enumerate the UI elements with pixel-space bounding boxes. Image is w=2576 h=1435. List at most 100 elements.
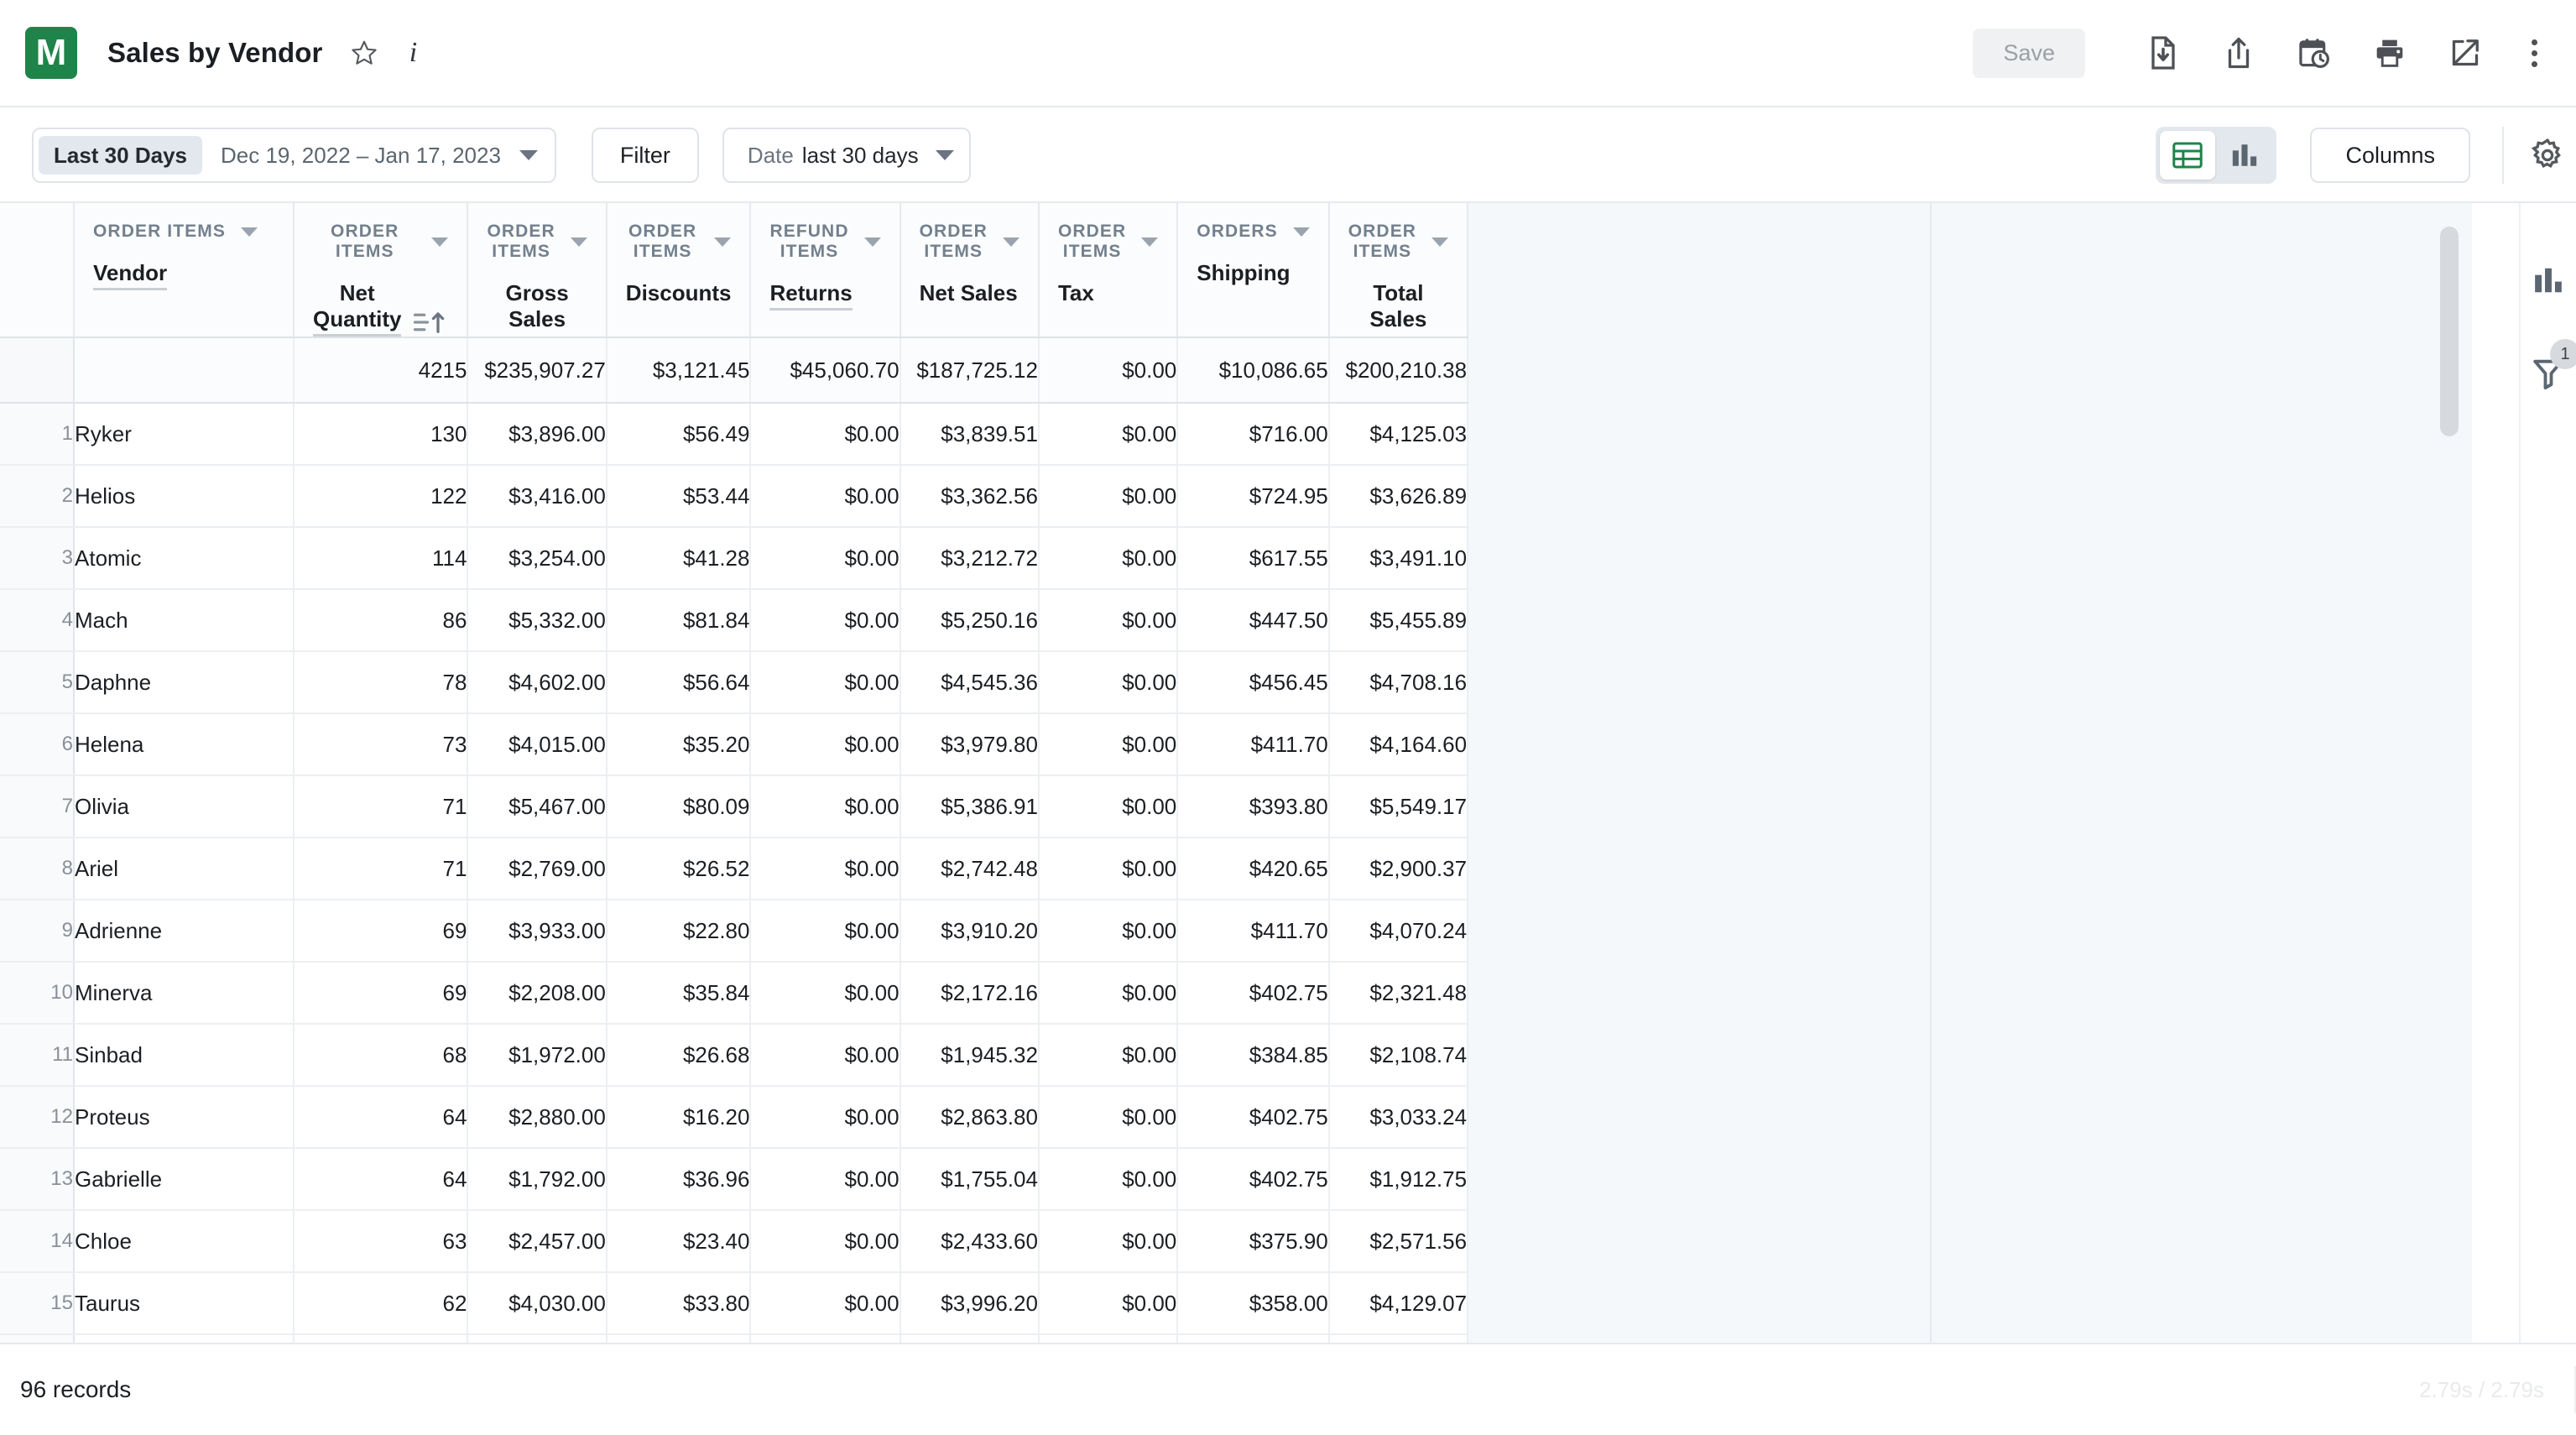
cell-shipping[interactable]: $716.00: [1177, 403, 1330, 466]
cell-vendor[interactable]: Ryker: [74, 403, 295, 466]
cell-shipping[interactable]: $375.90: [1177, 1334, 1330, 1343]
chevron-down-icon[interactable]: [570, 237, 587, 247]
cell-net-quantity[interactable]: 69: [294, 962, 469, 1025]
cell-discounts[interactable]: $26.68: [606, 1024, 752, 1087]
cell-total-sales[interactable]: $2,321.48: [1328, 962, 1469, 1025]
cell-returns[interactable]: $0.00: [750, 1148, 901, 1211]
cell-net-sales[interactable]: $2,863.80: [900, 1086, 1040, 1149]
cell-net-sales[interactable]: $1,945.32: [900, 1024, 1040, 1087]
cell-net-quantity[interactable]: 63: [294, 1210, 469, 1273]
cell-gross-sales[interactable]: $1,792.00: [467, 1148, 607, 1211]
bar-chart-view-icon[interactable]: [2217, 131, 2272, 180]
cell-tax[interactable]: $0.00: [1038, 1272, 1179, 1335]
chevron-down-icon[interactable]: [240, 227, 258, 237]
cell-returns[interactable]: $0.00: [750, 1334, 901, 1343]
app-logo[interactable]: M: [25, 27, 77, 79]
print-icon[interactable]: [2371, 34, 2408, 71]
cell-shipping[interactable]: $617.55: [1177, 527, 1330, 590]
cell-total-sales[interactable]: $4,129.07: [1328, 1272, 1469, 1335]
cell-returns[interactable]: $0.00: [750, 962, 901, 1025]
cell-net-sales[interactable]: $2,433.60: [900, 1210, 1040, 1273]
view-mode-toggle[interactable]: [2156, 127, 2277, 184]
data-grid-container[interactable]: ORDER ITEMS Vendor ORDER ITEMS Net Quantity…: [0, 203, 2472, 1343]
cell-total-sales[interactable]: $2,108.74: [1328, 1024, 1469, 1087]
cell-tax[interactable]: $0.00: [1038, 1334, 1179, 1343]
cell-discounts[interactable]: $56.64: [606, 651, 752, 714]
cell-tax[interactable]: $0.00: [1038, 1148, 1179, 1211]
cell-net-sales[interactable]: $2,172.16: [900, 962, 1040, 1025]
cell-net-sales[interactable]: $5,250.16: [900, 589, 1040, 652]
cell-net-sales[interactable]: $3,362.56: [900, 465, 1040, 528]
cell-shipping[interactable]: $411.70: [1177, 900, 1330, 963]
columns-button[interactable]: Columns: [2310, 128, 2470, 183]
cell-vendor[interactable]: Ariel: [74, 838, 295, 900]
cell-gross-sales[interactable]: $3,254.00: [467, 527, 607, 590]
cell-total-sales[interactable]: $3,033.24: [1328, 1086, 1469, 1149]
table-row[interactable]: 6 Helena 73 $4,015.00 $35.20 $0.00 $3,979.80 $0…: [0, 713, 1469, 776]
save-button[interactable]: Save: [1973, 28, 2085, 78]
cell-tax[interactable]: $0.00: [1038, 775, 1179, 838]
cell-total-sales[interactable]: $4,708.16: [1328, 651, 1469, 714]
cell-net-quantity[interactable]: 78: [294, 651, 469, 714]
table-row[interactable]: 2 Helios 122 $3,416.00 $53.44 $0.00 $3,362.56 $…: [0, 465, 1469, 528]
cell-net-quantity[interactable]: 86: [294, 589, 469, 652]
cell-total-sales[interactable]: $4,070.24: [1328, 900, 1469, 963]
table-row[interactable]: 11 Sinbad 68 $1,972.00 $26.68 $0.00 $1,945.32 $…: [0, 1024, 1469, 1087]
chevron-down-icon[interactable]: [1292, 227, 1310, 237]
column-header-returns[interactable]: REFUND ITEMS Returns: [750, 203, 901, 338]
cell-vendor[interactable]: Demo Store: [74, 1334, 295, 1343]
cell-returns[interactable]: $0.00: [750, 900, 901, 963]
cell-shipping[interactable]: $375.90: [1177, 1210, 1330, 1273]
cell-total-sales[interactable]: $6,960.52: [1328, 1334, 1469, 1343]
cell-total-sales[interactable]: $2,900.37: [1328, 838, 1469, 900]
cell-total-sales[interactable]: $5,549.17: [1328, 775, 1469, 838]
share-upload-icon[interactable]: [2220, 34, 2257, 71]
cell-returns[interactable]: $0.00: [750, 1210, 901, 1273]
schedule-calendar-clock-icon[interactable]: [2296, 34, 2333, 71]
cell-total-sales[interactable]: $2,571.56: [1328, 1210, 1469, 1273]
vertical-scrollbar-thumb[interactable]: [2440, 227, 2459, 436]
cell-net-quantity[interactable]: 73: [294, 713, 469, 776]
cell-shipping[interactable]: $402.75: [1177, 962, 1330, 1025]
cell-total-sales[interactable]: $1,912.75: [1328, 1148, 1469, 1211]
cell-net-sales[interactable]: $3,839.51: [900, 403, 1040, 466]
cell-discounts[interactable]: $81.84: [606, 589, 752, 652]
cell-tax[interactable]: $0.00: [1038, 838, 1179, 900]
more-vertical-icon[interactable]: [2522, 34, 2546, 71]
chevron-down-icon[interactable]: [1431, 237, 1449, 247]
filter-button[interactable]: Filter: [591, 128, 699, 183]
info-italic-icon[interactable]: i: [396, 34, 430, 71]
cell-vendor[interactable]: Minerva: [74, 962, 295, 1025]
cell-net-quantity[interactable]: 114: [294, 527, 469, 590]
chevron-down-icon[interactable]: [1141, 237, 1159, 247]
table-row[interactable]: 15 Taurus 62 $4,030.00 $33.80 $0.00 $3,996.20 $…: [0, 1272, 1469, 1335]
cell-tax[interactable]: $0.00: [1038, 527, 1179, 590]
date-range-selector[interactable]: Last 30 Days Dec 19, 2022 – Jan 17, 2023: [32, 128, 556, 183]
cell-net-quantity[interactable]: 64: [294, 1148, 469, 1211]
chevron-down-icon[interactable]: [935, 150, 954, 160]
cell-gross-sales[interactable]: $2,880.00: [467, 1086, 607, 1149]
table-row[interactable]: 5 Daphne 78 $4,602.00 $56.64 $0.00 $4,545.36 $0…: [0, 651, 1469, 714]
cell-gross-sales[interactable]: $4,015.00: [467, 713, 607, 776]
cell-gross-sales[interactable]: $4,030.00: [467, 1272, 607, 1335]
chevron-down-icon[interactable]: [431, 237, 449, 247]
cell-net-quantity[interactable]: 71: [294, 838, 469, 900]
cell-discounts[interactable]: $22.80: [606, 900, 752, 963]
chevron-down-icon[interactable]: [863, 237, 881, 247]
cell-vendor[interactable]: Adrienne: [74, 900, 295, 963]
table-row[interactable]: 14 Chloe 63 $2,457.00 $23.40 $0.00 $2,433.60 $0…: [0, 1210, 1469, 1273]
cell-total-sales[interactable]: $4,125.03: [1328, 403, 1469, 466]
cell-shipping[interactable]: $411.70: [1177, 713, 1330, 776]
chevron-down-icon[interactable]: [519, 150, 538, 160]
cell-discounts[interactable]: $53.44: [606, 465, 752, 528]
cell-tax[interactable]: $0.00: [1038, 1024, 1179, 1087]
cell-tax[interactable]: $0.00: [1038, 1210, 1179, 1273]
cell-tax[interactable]: $0.00: [1038, 651, 1179, 714]
cell-returns[interactable]: $0.00: [750, 713, 901, 776]
cell-shipping[interactable]: $402.75: [1177, 1086, 1330, 1149]
table-row[interactable]: 9 Adrienne 69 $3,933.00 $22.80 $0.00 $3,910.20…: [0, 900, 1469, 963]
cell-net-sales[interactable]: $3,979.80: [900, 713, 1040, 776]
cell-discounts[interactable]: $16.20: [606, 1086, 752, 1149]
cell-tax[interactable]: $0.00: [1038, 962, 1179, 1025]
cell-gross-sales[interactable]: $6,882.00: [467, 1334, 607, 1343]
